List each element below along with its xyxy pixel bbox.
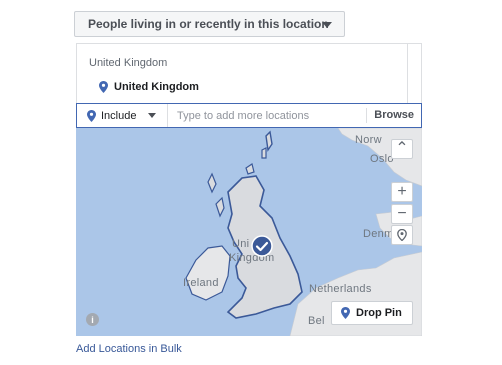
location-map[interactable]: Norw Oslo Denm Uni Kingdom Ireland Nethe… xyxy=(76,128,422,336)
map-label-norway: Norw xyxy=(355,134,382,146)
location-pin-icon xyxy=(87,109,96,122)
drop-pin-label: Drop Pin xyxy=(356,307,402,319)
drop-pin-button[interactable]: Drop Pin xyxy=(331,301,413,325)
location-search-bar: Include Browse xyxy=(76,103,422,128)
location-pin-icon xyxy=(99,81,108,93)
target-glyph xyxy=(397,229,407,241)
map-label-united-kingdom-top: Uni xyxy=(232,238,250,250)
include-exclude-dropdown[interactable]: Include xyxy=(77,104,168,127)
include-mode-label: Include xyxy=(101,109,137,122)
location-target-icon[interactable] xyxy=(391,225,413,245)
location-pin-icon xyxy=(341,307,350,319)
zoom-out-button[interactable]: − xyxy=(391,204,413,224)
panel-scrollbar[interactable] xyxy=(407,44,421,104)
zoom-in-button[interactable]: + xyxy=(391,182,413,202)
map-label-ireland: Ireland xyxy=(183,277,219,289)
selected-location-label: United Kingdom xyxy=(114,81,199,93)
add-locations-in-bulk-link[interactable]: Add Locations in Bulk xyxy=(76,343,182,355)
checkmark-marker-icon[interactable] xyxy=(251,235,273,257)
browse-button[interactable]: Browse xyxy=(366,108,421,123)
location-group-heading: United Kingdom xyxy=(89,57,168,69)
collapse-up-icon[interactable]: ⌃ xyxy=(391,139,413,159)
chevron-down-icon xyxy=(322,22,332,28)
location-search-input[interactable] xyxy=(168,104,367,127)
selected-locations-panel: United Kingdom United Kingdom xyxy=(76,43,422,104)
map-label-netherlands: Netherlands xyxy=(309,283,372,295)
chevron-down-icon xyxy=(148,113,157,118)
audience-type-label: People living in or recently in this loc… xyxy=(88,17,329,31)
selected-location-item[interactable]: United Kingdom xyxy=(99,81,199,93)
info-icon[interactable]: i xyxy=(86,313,99,326)
map-label-belgium: Bel xyxy=(308,315,325,327)
audience-type-dropdown[interactable]: People living in or recently in this loc… xyxy=(74,11,345,37)
map-label-denmark: Denm xyxy=(363,228,394,240)
